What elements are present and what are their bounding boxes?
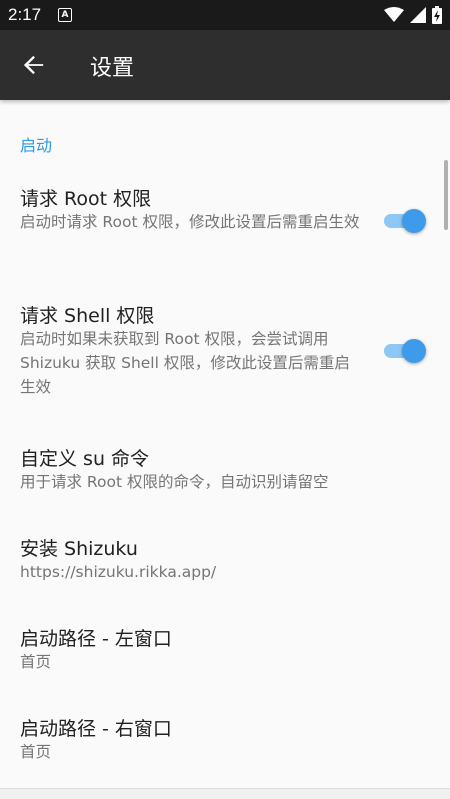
- app-bar: 设置: [0, 30, 450, 100]
- page-title: 设置: [90, 56, 135, 81]
- arrow-back-icon: [23, 55, 44, 75]
- wifi-icon: [384, 7, 404, 22]
- pref-title: 请求 Shell 权限: [20, 305, 155, 327]
- scrollbar[interactable]: [444, 160, 448, 230]
- settings-list: 启动 请求 Root 权限 启动时请求 Root 权限，修改此设置后需重启生效 …: [0, 100, 450, 790]
- request-shell-switch[interactable]: [384, 339, 426, 363]
- pref-start-path-right[interactable]: 启动路径 - 右窗口 首页: [0, 700, 450, 775]
- section-header-startup: 启动: [20, 136, 53, 155]
- navigation-bar: [0, 789, 450, 799]
- battery-icon: [432, 6, 442, 24]
- back-button[interactable]: [16, 47, 52, 83]
- pref-title: 启动路径 - 左窗口: [20, 628, 172, 650]
- pref-summary: 启动时请求 Root 权限，修改此设置后需重启生效: [20, 213, 360, 231]
- switch-thumb: [402, 209, 426, 233]
- switch-thumb: [402, 339, 426, 363]
- pref-custom-su[interactable]: 自定义 su 命令 用于请求 Root 权限的命令，自动识别请留空: [0, 430, 450, 505]
- pref-title: 启动路径 - 右窗口: [20, 718, 172, 740]
- pref-install-shizuku[interactable]: 安装 Shizuku https://shizuku.rikka.app/: [0, 520, 450, 595]
- pref-summary: 首页: [20, 653, 52, 671]
- notification-icon: A: [58, 8, 72, 22]
- status-time: 2:17: [8, 5, 42, 24]
- request-root-switch[interactable]: [384, 209, 426, 233]
- pref-request-shell[interactable]: 请求 Shell 权限 启动时如果未获取到 Root 权限，会尝试调用 Shiz…: [0, 285, 450, 410]
- pref-request-root[interactable]: 请求 Root 权限 启动时请求 Root 权限，修改此设置后需重启生效: [0, 170, 450, 270]
- status-bar: 2:17 A: [0, 0, 450, 30]
- pref-summary: https://shizuku.rikka.app/: [20, 563, 217, 581]
- pref-summary: 启动时如果未获取到 Root 权限，会尝试调用 Shizuku 获取 Shell…: [20, 330, 350, 396]
- pref-title: 请求 Root 权限: [20, 188, 152, 210]
- pref-summary: 用于请求 Root 权限的命令，自动识别请留空: [20, 473, 329, 491]
- pref-start-path-left[interactable]: 启动路径 - 左窗口 首页: [0, 610, 450, 685]
- pref-summary: 首页: [20, 743, 52, 761]
- signal-icon: [410, 7, 426, 23]
- pref-title: 自定义 su 命令: [20, 448, 150, 470]
- pref-title: 安装 Shizuku: [20, 538, 138, 560]
- status-icons: [384, 6, 442, 24]
